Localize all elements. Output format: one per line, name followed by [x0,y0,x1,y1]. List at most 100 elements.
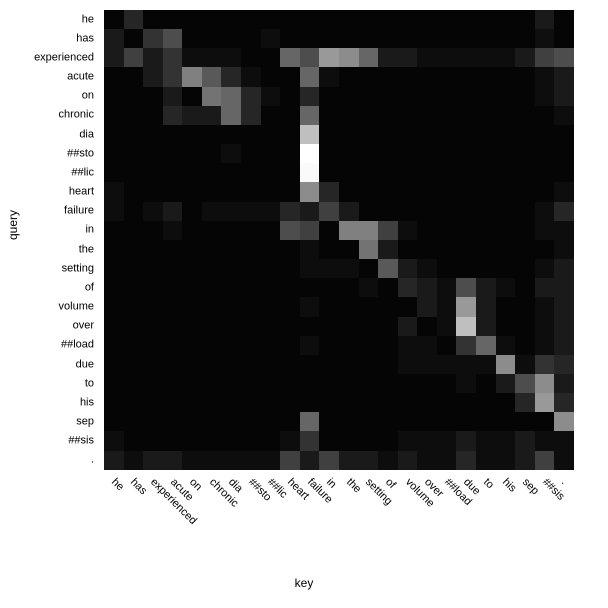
heatmap-cell [378,10,398,29]
heatmap-cell [398,393,418,412]
heatmap-cell [104,182,124,201]
heatmap-cell [221,106,241,125]
heatmap-cell [163,240,183,259]
heatmap-cell [515,221,535,240]
heatmap-cell [398,412,418,431]
heatmap-cell [241,67,261,86]
heatmap-cell [456,163,476,182]
heatmap-cell [261,202,281,221]
heatmap-cell [398,240,418,259]
heatmap-cell [319,163,339,182]
heatmap-cell [202,259,222,278]
heatmap-cell [221,393,241,412]
heatmap-cell [437,297,457,316]
heatmap-cell [476,278,496,297]
heatmap-cell [554,48,574,67]
heatmap-cell [417,278,437,297]
heatmap-cell [241,163,261,182]
heatmap-cell [535,240,555,259]
heatmap-cell [515,412,535,431]
heatmap-cell [476,374,496,393]
heatmap-cell [221,412,241,431]
heatmap-cell [496,10,516,29]
heatmap-cell [476,202,496,221]
heatmap-cell [163,10,183,29]
heatmap-cell [163,125,183,144]
heatmap-cell [535,125,555,144]
heatmap-cell [339,67,359,86]
heatmap-cell [437,125,457,144]
heatmap-cell [515,87,535,106]
heatmap-cell [104,317,124,336]
heatmap-cell [124,144,144,163]
heatmap-cell [437,374,457,393]
heatmap-cell [554,221,574,240]
heatmap-cell [437,10,457,29]
heatmap-cell [319,374,339,393]
heatmap-cell [124,393,144,412]
heatmap-cell [496,125,516,144]
heatmap-cell [182,87,202,106]
heatmap-cell [359,106,379,125]
heatmap-cell [535,87,555,106]
x-tick: to [481,477,495,491]
heatmap-cell [476,259,496,278]
heatmap-cell [554,355,574,374]
heatmap-cell [378,393,398,412]
heatmap-cell [437,240,457,259]
heatmap-cell [398,163,418,182]
heatmap-cell [417,48,437,67]
heatmap-cell [437,144,457,163]
heatmap-cell [535,355,555,374]
heatmap-cell [496,451,516,470]
heatmap-cell [124,87,144,106]
heatmap-cell [202,67,222,86]
heatmap-cell [280,412,300,431]
heatmap-cell [535,431,555,450]
heatmap-cell [143,297,163,316]
heatmap-cell [300,221,320,240]
heatmap-cell [124,221,144,240]
heatmap-cell [124,336,144,355]
heatmap-cell [163,87,183,106]
y-tick: in [85,225,94,236]
heatmap-cell [437,317,457,336]
heatmap-cell [202,125,222,144]
heatmap-cell [535,451,555,470]
heatmap-cell [261,240,281,259]
heatmap-cell [476,336,496,355]
heatmap-cell [261,221,281,240]
y-tick: ##lic [71,167,94,178]
heatmap-cell [378,182,398,201]
heatmap-cell [261,451,281,470]
heatmap-cell [300,431,320,450]
heatmap-cell [496,48,516,67]
heatmap-cell [124,10,144,29]
heatmap-cell [554,431,574,450]
heatmap-cell [456,67,476,86]
heatmap-cell [515,451,535,470]
y-tick: setting [62,263,94,274]
heatmap-cell [554,297,574,316]
heatmap-grid [104,10,574,470]
heatmap-cell [437,278,457,297]
heatmap-cell [456,393,476,412]
heatmap-cell [456,431,476,450]
heatmap-cell [417,393,437,412]
heatmap-cell [104,10,124,29]
heatmap-cell [202,144,222,163]
heatmap-cell [359,240,379,259]
heatmap-cell [535,144,555,163]
heatmap-cell [261,297,281,316]
heatmap-cell [280,106,300,125]
heatmap-cell [261,29,281,48]
heatmap-cell [476,67,496,86]
heatmap-cell [163,106,183,125]
heatmap-cell [261,374,281,393]
heatmap-cell [280,125,300,144]
heatmap-cell [359,374,379,393]
heatmap-cell [104,278,124,297]
heatmap-cell [143,125,163,144]
x-tick: he [109,477,125,493]
heatmap-cell [437,431,457,450]
